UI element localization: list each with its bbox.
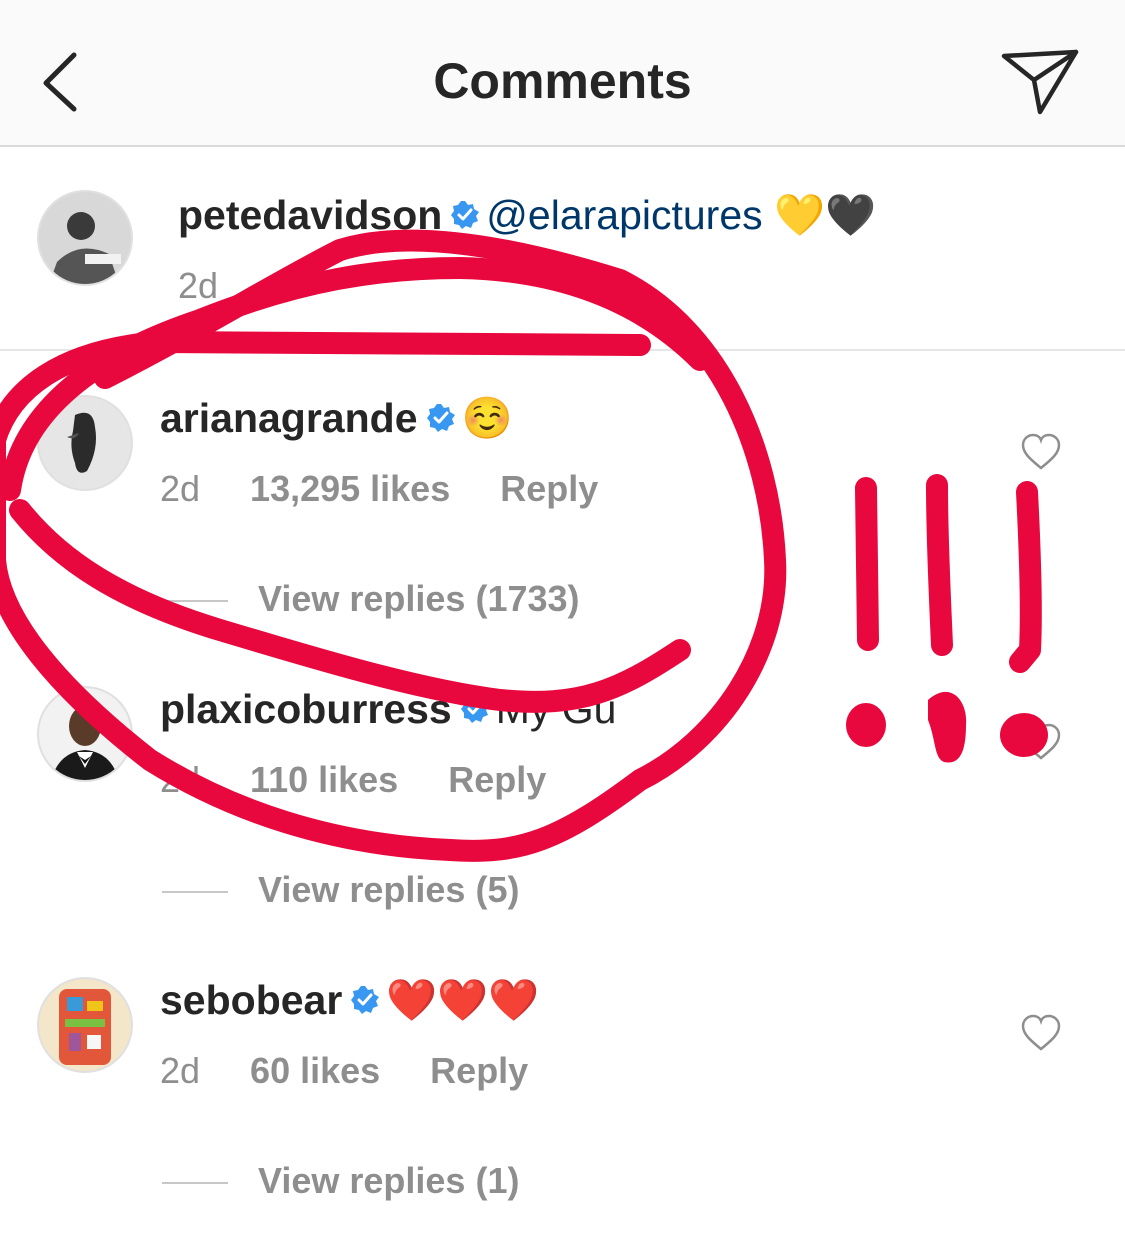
exclamation-stroke-2 xyxy=(926,474,953,656)
view-replies-label: View replies (5) xyxy=(258,869,520,910)
timestamp: 2d xyxy=(160,1050,201,1091)
view-replies-button[interactable]: View replies (5) xyxy=(162,869,519,911)
verified-badge-icon xyxy=(451,201,480,230)
divider xyxy=(162,1182,228,1185)
view-replies-label: View replies (1733) xyxy=(258,578,580,619)
heart-icon xyxy=(1021,433,1061,470)
heart-icon xyxy=(1021,723,1061,760)
likes-count[interactable]: 60 likes xyxy=(250,1050,380,1091)
exclamation-stroke-3 xyxy=(1009,481,1042,673)
view-replies-label: View replies (1) xyxy=(258,1160,520,1201)
caption-line: petedavidson @elarapictures 💛🖤 xyxy=(178,191,876,240)
comment-meta: 2d 13,295 likes Reply xyxy=(160,468,648,510)
reply-button[interactable]: Reply xyxy=(500,468,598,509)
exclamation-dot-1 xyxy=(846,703,886,747)
comment-line: plaxicoburress My Gu xyxy=(160,686,616,733)
reply-button[interactable]: Reply xyxy=(430,1050,528,1091)
comment-text: ☺️ xyxy=(461,394,513,442)
timestamp: 2d xyxy=(178,265,219,306)
exclamation-dot-2 xyxy=(928,691,967,763)
heart-icon xyxy=(1021,1014,1061,1051)
likes-count[interactable]: 13,295 likes xyxy=(250,468,450,509)
comment-meta: 2d 60 likes Reply xyxy=(160,1050,578,1092)
verified-badge-icon xyxy=(426,404,455,433)
verified-badge-icon xyxy=(460,695,489,724)
likes-count[interactable]: 110 likes xyxy=(250,759,398,800)
avatar[interactable] xyxy=(37,395,133,491)
username-link[interactable]: petedavidson xyxy=(178,192,442,238)
avatar[interactable] xyxy=(37,190,133,286)
caption-emojis: 💛🖤 xyxy=(774,191,877,239)
comment-text: My Gu xyxy=(495,686,617,732)
paper-plane-icon xyxy=(1001,49,1079,115)
timestamp: 2d xyxy=(160,759,201,800)
like-button[interactable] xyxy=(1020,1013,1062,1053)
comment-line: arianagrande ☺️ xyxy=(160,394,513,443)
username-link[interactable]: sebobear xyxy=(160,977,342,1023)
reply-button[interactable]: Reply xyxy=(448,759,546,800)
post-caption: petedavidson @elarapictures 💛🖤 2d xyxy=(0,147,1125,351)
mention-link[interactable]: @elarapictures xyxy=(486,192,762,238)
view-replies-button[interactable]: View replies (1) xyxy=(162,1160,519,1202)
avatar[interactable] xyxy=(37,686,133,782)
comment-text: ❤️❤️❤️ xyxy=(386,976,540,1024)
caption-meta: 2d xyxy=(178,265,268,307)
divider xyxy=(162,891,228,894)
comment-meta: 2d 110 likes Reply xyxy=(160,759,596,801)
page-title: Comments xyxy=(433,53,692,109)
timestamp: 2d xyxy=(160,468,201,509)
divider xyxy=(162,600,228,603)
share-button[interactable] xyxy=(998,42,1084,122)
nav-header: Comments xyxy=(0,0,1125,147)
like-button[interactable] xyxy=(1020,722,1062,762)
avatar[interactable] xyxy=(37,977,133,1073)
comment-line: sebobear ❤️❤️❤️ xyxy=(160,976,539,1025)
like-button[interactable] xyxy=(1020,432,1062,472)
verified-badge-icon xyxy=(351,986,380,1015)
username-link[interactable]: plaxicoburress xyxy=(160,686,452,732)
username-link[interactable]: arianagrande xyxy=(160,395,418,441)
exclamation-stroke-1 xyxy=(855,477,879,651)
view-replies-button[interactable]: View replies (1733) xyxy=(162,578,580,620)
